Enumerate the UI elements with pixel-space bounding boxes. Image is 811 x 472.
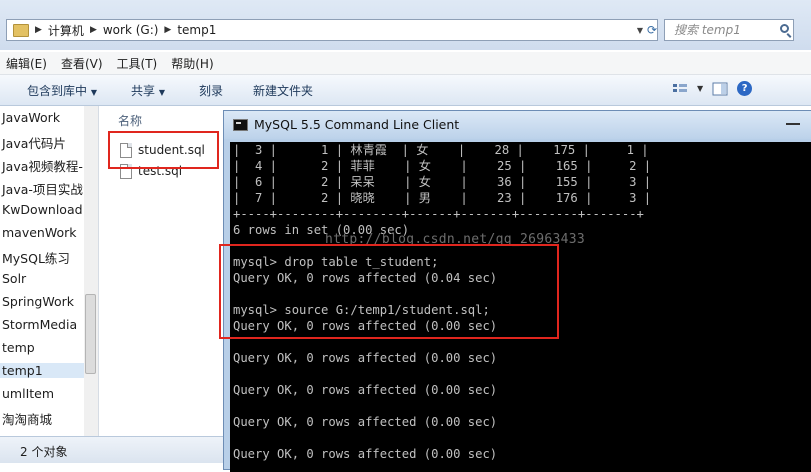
nav-item-mysql[interactable]: MySQL练习	[2, 248, 70, 267]
new-folder-button[interactable]: 新建文件夹	[253, 82, 313, 99]
chevron-right-icon[interactable]: ▶	[164, 25, 171, 35]
console-icon	[233, 119, 248, 131]
navigation-pane: JavaWork Java代码片 Java视频教程- Java-项目实战 KwD…	[0, 106, 99, 436]
search-input[interactable]: 搜索 temp1	[664, 19, 794, 41]
menu-help[interactable]: 帮助(H)	[171, 55, 213, 72]
console-line: Query OK, 0 rows affected (0.00 sec)	[233, 383, 498, 397]
view-dropdown-icon[interactable]: ▼	[697, 84, 703, 93]
menu-tools[interactable]: 工具(T)	[117, 55, 158, 72]
nav-item-stormmedia[interactable]: StormMedia	[2, 317, 77, 332]
nav-item-temp1[interactable]: temp1	[0, 363, 84, 378]
breadcrumb-drive[interactable]: work (G:)	[103, 23, 159, 37]
nav-item-javawork[interactable]: JavaWork	[2, 110, 60, 125]
highlight-box-commands	[219, 244, 559, 339]
console-line: Query OK, 0 rows affected (0.00 sec)	[233, 415, 498, 429]
nav-item-mavenwork[interactable]: mavenWork	[2, 225, 77, 240]
console-line: Query OK, 0 rows affected (0.00 sec)	[233, 351, 498, 365]
console-line: | 4 | 2 | 菲菲 | 女 | 25 | 165 | 2 |	[233, 159, 652, 173]
nav-item-temp[interactable]: temp	[2, 340, 35, 355]
chevron-down-icon: ▼	[90, 88, 97, 97]
view-controls: ▼ ?	[672, 81, 753, 96]
help-icon[interactable]: ?	[737, 81, 753, 96]
console-title: MySQL 5.5 Command Line Client	[254, 117, 460, 132]
minimize-icon[interactable]	[786, 119, 800, 125]
nav-item-taotao[interactable]: 淘淘商城	[2, 409, 52, 428]
address-box[interactable]: ▶ 计算机 ▶ work (G:) ▶ temp1 ▼ ⟳	[6, 19, 658, 41]
nav-item-umlitem[interactable]: umlItem	[2, 386, 54, 401]
nav-scrollbar-thumb[interactable]	[85, 294, 96, 374]
share-label: 共享	[131, 84, 156, 98]
share-button[interactable]: 共享 ▼	[131, 82, 165, 99]
command-bar: 包含到库中 ▼ 共享 ▼ 刻录 新建文件夹 ▼ ?	[0, 75, 811, 106]
address-bar-area: ▶ 计算机 ▶ work (G:) ▶ temp1 ▼ ⟳ 搜索 temp1	[0, 0, 811, 50]
menu-bar: 编辑(E) 查看(V) 工具(T) 帮助(H)	[0, 52, 811, 75]
nav-item-java-video[interactable]: Java视频教程-	[2, 156, 83, 175]
nav-item-kwdownload[interactable]: KwDownload	[2, 202, 83, 217]
console-line: | 7 | 2 | 晓晓 | 男 | 23 | 176 | 3 |	[233, 191, 652, 205]
console-line: +----+--------+--------+------+-------+-…	[233, 207, 644, 221]
console-title-bar[interactable]: MySQL 5.5 Command Line Client	[224, 111, 811, 139]
chevron-down-icon: ▼	[158, 88, 165, 97]
nav-item-java-code[interactable]: Java代码片	[2, 133, 66, 152]
nav-scrollbar[interactable]	[84, 106, 98, 436]
include-library-button[interactable]: 包含到库中 ▼	[27, 82, 97, 99]
view-options-icon[interactable]	[672, 82, 688, 96]
folder-icon	[13, 23, 29, 37]
refresh-icon[interactable]: ⟳	[645, 20, 659, 40]
nav-item-solr[interactable]: Solr	[2, 271, 26, 286]
menu-view[interactable]: 查看(V)	[61, 55, 103, 72]
console-line: | 6 | 2 | 呆呆 | 女 | 36 | 155 | 3 |	[233, 175, 652, 189]
menu-edit[interactable]: 编辑(E)	[6, 55, 47, 72]
burn-button[interactable]: 刻录	[199, 82, 223, 99]
breadcrumb-computer[interactable]: 计算机	[48, 22, 84, 39]
chevron-right-icon[interactable]: ▶	[35, 25, 42, 35]
search-placeholder: 搜索 temp1	[674, 23, 741, 37]
console-line: | 3 | 1 | 林青霞 | 女 | 28 | 175 | 1 |	[233, 143, 649, 157]
status-text: 2 个对象	[20, 445, 68, 459]
nav-item-springwork[interactable]: SpringWork	[2, 294, 74, 309]
highlight-box-file	[108, 131, 219, 169]
preview-pane-icon[interactable]	[712, 82, 728, 96]
column-header-name[interactable]: 名称	[118, 112, 142, 129]
nav-item-java-project[interactable]: Java-项目实战	[2, 179, 83, 198]
search-icon[interactable]	[780, 24, 789, 33]
include-library-label: 包含到库中	[27, 84, 88, 98]
chevron-right-icon[interactable]: ▶	[90, 25, 97, 35]
console-line: Query OK, 0 rows affected (0.00 sec)	[233, 447, 498, 461]
breadcrumb-folder[interactable]: temp1	[177, 23, 216, 37]
